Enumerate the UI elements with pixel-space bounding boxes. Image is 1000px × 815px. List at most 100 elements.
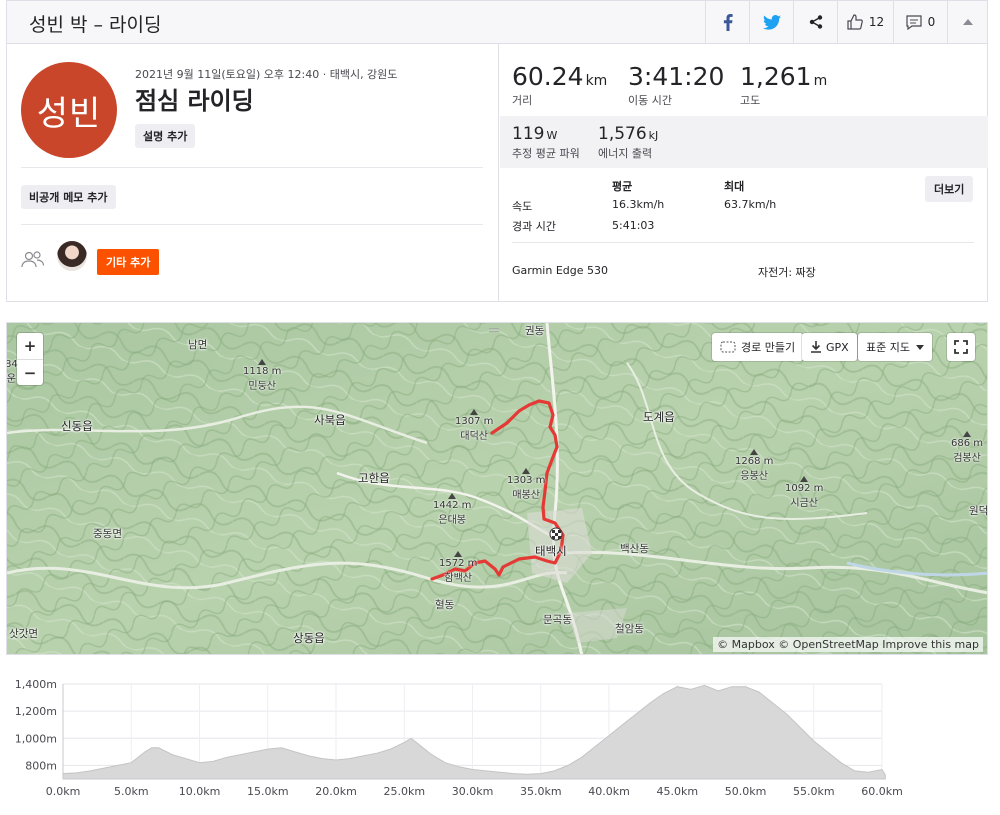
- x-tick-label: 25.0km: [383, 785, 425, 798]
- comment-count: 0: [927, 15, 936, 29]
- share-button[interactable]: [793, 1, 837, 43]
- map-style-label: 표준 지도: [866, 341, 910, 354]
- peak-icon: [258, 359, 267, 365]
- elevation-value: 1,261: [740, 62, 812, 91]
- share-icon: [809, 15, 822, 29]
- facebook-share-button[interactable]: [705, 1, 749, 43]
- energy-value: 1,576: [598, 124, 647, 144]
- x-tick-label: 40.0km: [588, 785, 630, 798]
- map-place-label: 태백시: [535, 544, 567, 558]
- speed-label: 속도: [512, 200, 533, 213]
- power-label: 추정 평균 파워: [512, 147, 580, 160]
- map-place-label: 도계읍: [643, 410, 675, 424]
- moving-time-label: 이동 시간: [628, 94, 672, 107]
- activity-summary: 성빈 2021년 9월 11일(토요일) 오후 12:40 · 태백시, 강원도…: [6, 44, 988, 302]
- peak-icon: [448, 493, 457, 499]
- x-tick-label: 15.0km: [247, 785, 289, 798]
- map-style-dropdown[interactable]: 표준 지도: [858, 333, 932, 361]
- fullscreen-button[interactable]: [947, 333, 975, 361]
- x-tick-label: 35.0km: [520, 785, 562, 798]
- y-tick-label: 1,200m: [15, 705, 57, 718]
- map-peak: 84 운: [6, 359, 18, 385]
- peak-icon: [454, 551, 463, 557]
- map-peak: 1303 m 매봉산: [507, 468, 545, 501]
- peak-icon: [522, 468, 531, 474]
- x-tick-label: 60.0km: [861, 785, 903, 798]
- stat-elevation: 1,261 m 고도: [740, 62, 827, 108]
- twitter-share-button[interactable]: [749, 1, 793, 43]
- route-icon: [720, 341, 736, 353]
- activity-title: 점심 라이딩: [135, 87, 254, 115]
- more-button[interactable]: 더보기: [925, 176, 974, 202]
- elapsed-time-label: 경과 시간: [512, 220, 556, 233]
- activity-info: 성빈 2021년 9월 11일(토요일) 오후 12:40 · 태백시, 강원도…: [7, 44, 499, 301]
- peak-icon: [963, 431, 971, 437]
- kudos-button[interactable]: 12: [837, 1, 893, 43]
- athlete-avatar[interactable]: 성빈: [21, 62, 117, 158]
- map-peak: 1092 m 시금산: [785, 476, 823, 509]
- chevron-up-icon: [962, 19, 973, 25]
- x-tick-label: 0.0km: [46, 785, 81, 798]
- map-place-label: 상동읍: [293, 631, 325, 645]
- x-tick-label: 50.0km: [725, 785, 767, 798]
- map-place-label: 혈동: [435, 599, 455, 611]
- activity-datetime: 2021년 9월 11일(토요일) 오후 12:40 · 태백시, 강원도: [135, 68, 398, 81]
- map-canvas[interactable]: [7, 323, 988, 655]
- power-value: 119: [512, 124, 545, 144]
- stat-moving-time: 3:41:20 이동 시간: [628, 62, 724, 108]
- gpx-download-button[interactable]: GPX: [802, 333, 857, 361]
- zoom-controls: + −: [17, 333, 43, 385]
- thumbs-up-icon: [847, 14, 863, 30]
- map-place-label: 중동면: [93, 528, 122, 540]
- distance-label: 거리: [512, 94, 533, 107]
- add-private-note-button[interactable]: 비공개 메모 추가: [21, 185, 116, 209]
- route-map[interactable]: + − 경로 만들기 GPX 표준 지도 남면 신동읍 사북읍 고한읍 도계읍 …: [6, 322, 988, 655]
- distance-unit: km: [585, 73, 608, 89]
- peak-icon: [800, 476, 809, 482]
- divider: [21, 224, 483, 225]
- map-place-label: 남면: [188, 339, 208, 351]
- zoom-in-button[interactable]: +: [17, 333, 43, 359]
- create-route-button[interactable]: 경로 만들기: [712, 333, 804, 361]
- speed-average: 16.3km/h: [612, 198, 665, 211]
- power-unit: W: [546, 129, 558, 142]
- y-tick-label: 1,000m: [15, 732, 57, 745]
- header-actions: 12 0: [705, 1, 987, 43]
- zoom-out-button[interactable]: −: [17, 359, 43, 385]
- peak-icon: [470, 409, 479, 415]
- activity-stats: 60.24 km 거리 3:41:20 이동 시간 1,261 m 고도 119 W …: [500, 44, 988, 301]
- map-peak: 1572 m 함백산: [439, 551, 477, 584]
- comments-button[interactable]: 0: [893, 1, 947, 43]
- collapse-button[interactable]: [947, 1, 987, 43]
- map-resize-handle[interactable]: [489, 328, 499, 332]
- expand-icon: [954, 340, 968, 354]
- energy-label: 에너지 출력: [598, 147, 653, 160]
- map-place-label: 사북읍: [314, 413, 346, 427]
- x-tick-label: 45.0km: [656, 785, 698, 798]
- x-tick-label: 20.0km: [315, 785, 357, 798]
- participant-avatar[interactable]: [57, 241, 87, 271]
- device-name: Garmin Edge 530: [512, 264, 609, 277]
- stat-power: 119 W 추정 평균 파워: [512, 124, 580, 161]
- map-peak: 1442 m 은대봉: [433, 493, 471, 526]
- elevation-chart[interactable]: 1,400m 1,200m 1,000m 800m 0.0km 5.0km 10.0km 15…: [6, 662, 988, 815]
- group-icon: [21, 251, 45, 268]
- x-tick-label: 5.0km: [114, 785, 149, 798]
- add-description-button[interactable]: 설명 추가: [135, 124, 196, 148]
- column-max: 최대: [724, 180, 745, 193]
- gpx-label: GPX: [826, 340, 849, 354]
- y-tick-label: 1,400m: [15, 678, 57, 691]
- caret-down-icon: [915, 344, 924, 350]
- map-place-label: 권동: [525, 325, 545, 337]
- comment-icon: [906, 14, 922, 30]
- elapsed-time-value: 5:41:03: [612, 219, 655, 232]
- add-other-button[interactable]: 기타 추가: [97, 249, 160, 275]
- map-attribution[interactable]: © Mapbox © OpenStreetMap Improve this ma…: [713, 637, 983, 652]
- column-average: 평균: [612, 180, 633, 193]
- elevation-profile[interactable]: 1,400m 1,200m 1,000m 800m 0.0km 5.0km 10.0km 15…: [6, 662, 988, 815]
- x-tick-label: 55.0km: [793, 785, 835, 798]
- x-tick-label: 10.0km: [179, 785, 221, 798]
- map-place-label: 철암동: [615, 623, 644, 635]
- stat-energy: 1,576 kJ 에너지 출력: [598, 124, 658, 161]
- map-place-label: 백산동: [620, 543, 649, 555]
